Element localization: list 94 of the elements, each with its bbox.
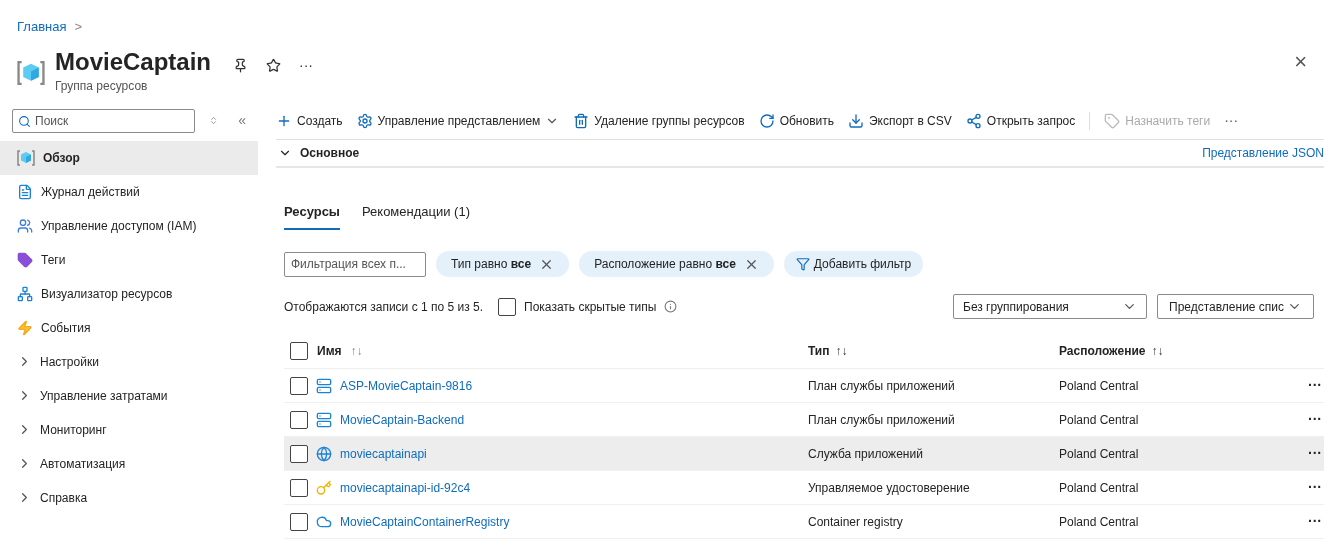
settings-icon bbox=[356, 112, 373, 129]
checkbox[interactable] bbox=[290, 512, 308, 531]
table-cell: Poland Central bbox=[1059, 446, 1139, 461]
column-header[interactable]: Имя bbox=[317, 341, 342, 360]
server-icon bbox=[316, 411, 332, 428]
checkbox-label: Показать скрытые типы bbox=[524, 298, 657, 316]
table-cell: Poland Central bbox=[1059, 378, 1139, 393]
search-icon bbox=[18, 114, 31, 128]
resource-link[interactable]: moviecaptainapi-id-92c4 bbox=[340, 478, 471, 497]
more-button[interactable]: ··· bbox=[1308, 511, 1324, 532]
sidebar-item[interactable]: Настройки bbox=[0, 344, 258, 379]
add-filter-button[interactable]: Добавить фильтр bbox=[783, 251, 924, 277]
sidebar-item[interactable]: Обзор bbox=[0, 140, 258, 175]
lightning-icon bbox=[17, 319, 33, 336]
tag-icon bbox=[1104, 112, 1121, 129]
filter-pill[interactable]: Тип равно все bbox=[436, 251, 570, 277]
network-icon bbox=[17, 285, 33, 302]
tab[interactable]: Ресурсы bbox=[284, 201, 340, 230]
filter-field[interactable]: Фильтрация всех п... bbox=[284, 251, 426, 277]
more-button[interactable]: ··· bbox=[299, 54, 314, 76]
more-button[interactable]: ··· bbox=[1308, 375, 1324, 396]
toolbar-button[interactable]: Управление представлением bbox=[356, 111, 560, 130]
sort-icon[interactable]: ↑↓ bbox=[350, 341, 363, 360]
sidebar-item[interactable]: Управление затратами bbox=[0, 378, 258, 413]
trash-icon bbox=[573, 112, 590, 129]
star-icon[interactable] bbox=[266, 57, 282, 73]
sort-icon[interactable]: ↑↓ bbox=[1151, 341, 1164, 360]
checkbox[interactable] bbox=[290, 410, 308, 429]
table-cell: План службы приложений bbox=[808, 378, 955, 393]
table-cell: Poland Central bbox=[1059, 514, 1139, 529]
globe-icon bbox=[316, 445, 332, 462]
more-button[interactable]: ··· bbox=[1308, 443, 1324, 464]
sidebar-item[interactable]: Мониторинг bbox=[0, 412, 258, 447]
more-button[interactable]: ··· bbox=[1308, 409, 1324, 430]
table-cell: Управляемое удостоверение bbox=[808, 480, 970, 495]
breadcrumb-separator: > bbox=[74, 18, 83, 36]
refresh-icon bbox=[758, 112, 775, 129]
resource-group-icon bbox=[17, 148, 35, 167]
sidebar-item[interactable]: Справка bbox=[0, 480, 258, 515]
sidebar-item[interactable]: Автоматизация bbox=[0, 446, 258, 481]
collapse-button[interactable]: « bbox=[238, 110, 246, 131]
json-view-link[interactable]: Представление JSON bbox=[1202, 143, 1324, 162]
sidebar-item[interactable]: События bbox=[0, 310, 258, 345]
essentials-toggle[interactable]: Основное bbox=[278, 143, 360, 162]
page-subtitle: Группа ресурсов bbox=[55, 77, 149, 95]
more-button[interactable]: ··· bbox=[1224, 110, 1239, 131]
checkbox[interactable] bbox=[290, 376, 308, 395]
sidebar-item[interactable]: Журнал действий bbox=[0, 174, 258, 209]
tag-icon bbox=[17, 251, 33, 268]
grouping-dropdown[interactable]: Без группирования bbox=[953, 294, 1147, 319]
table-cell: Poland Central bbox=[1059, 480, 1139, 495]
sort-icon[interactable]: ↑↓ bbox=[835, 341, 848, 360]
tab[interactable]: Рекомендации (1) bbox=[361, 201, 470, 230]
sidebar-item[interactable]: Управление доступом (IAM) bbox=[0, 208, 258, 243]
resource-link[interactable]: ASP-MovieCaptain-9816 bbox=[340, 376, 473, 395]
resource-link[interactable]: MovieCaptainContainerRegistry bbox=[340, 512, 510, 531]
table-cell: План службы приложений bbox=[808, 412, 955, 427]
table-cell: Container registry bbox=[808, 514, 903, 529]
table-cell: Poland Central bbox=[1059, 412, 1139, 427]
download-icon bbox=[848, 112, 864, 129]
server-icon bbox=[316, 377, 332, 394]
share-icon bbox=[965, 112, 982, 129]
filter-pill[interactable]: Расположение равно все bbox=[579, 251, 774, 277]
sidebar-item[interactable]: Теги bbox=[0, 242, 258, 277]
resource-group-icon bbox=[17, 58, 45, 87]
checkbox[interactable] bbox=[290, 341, 308, 360]
sidebar-item[interactable]: Визуализатор ресурсов bbox=[0, 276, 258, 311]
filter-icon bbox=[795, 257, 810, 271]
resource-link[interactable]: moviecaptainapi bbox=[340, 444, 427, 463]
pin-icon[interactable] bbox=[233, 57, 249, 73]
breadcrumb-link[interactable]: Главная bbox=[17, 17, 67, 37]
log-icon bbox=[17, 183, 33, 200]
view-dropdown[interactable]: Представление спис bbox=[1157, 294, 1314, 319]
close-button[interactable]: × bbox=[1294, 50, 1307, 73]
table-cell: Служба приложений bbox=[808, 446, 923, 461]
search-field[interactable]: Поиск bbox=[12, 108, 195, 133]
table-row[interactable]: moviecaptainapi Служба приложений Poland Central ··· bbox=[284, 437, 1324, 471]
info-icon bbox=[664, 300, 678, 313]
checkbox[interactable] bbox=[290, 444, 308, 463]
resource-link[interactable]: MovieCaptain-Backend bbox=[340, 410, 465, 429]
toolbar-button[interactable]: Экспорт в CSV bbox=[848, 111, 952, 130]
checkbox[interactable] bbox=[290, 478, 308, 497]
key-icon bbox=[316, 479, 332, 496]
record-count: Отображаются записи с 1 по 5 из 5. bbox=[284, 298, 484, 316]
people-icon bbox=[17, 217, 33, 234]
toolbar-button[interactable]: Открыть запрос bbox=[965, 111, 1076, 130]
more-button[interactable]: ··· bbox=[1308, 477, 1324, 498]
checkbox[interactable] bbox=[498, 297, 517, 316]
toolbar-button[interactable]: Создать bbox=[276, 111, 343, 130]
toolbar-button[interactable]: Удаление группы ресурсов bbox=[573, 111, 745, 130]
column-header[interactable]: Тип bbox=[808, 341, 830, 360]
column-header[interactable]: Расположение bbox=[1059, 341, 1146, 360]
page-title: MovieCaptain bbox=[55, 46, 212, 77]
toolbar-button[interactable]: Обновить bbox=[758, 111, 834, 130]
